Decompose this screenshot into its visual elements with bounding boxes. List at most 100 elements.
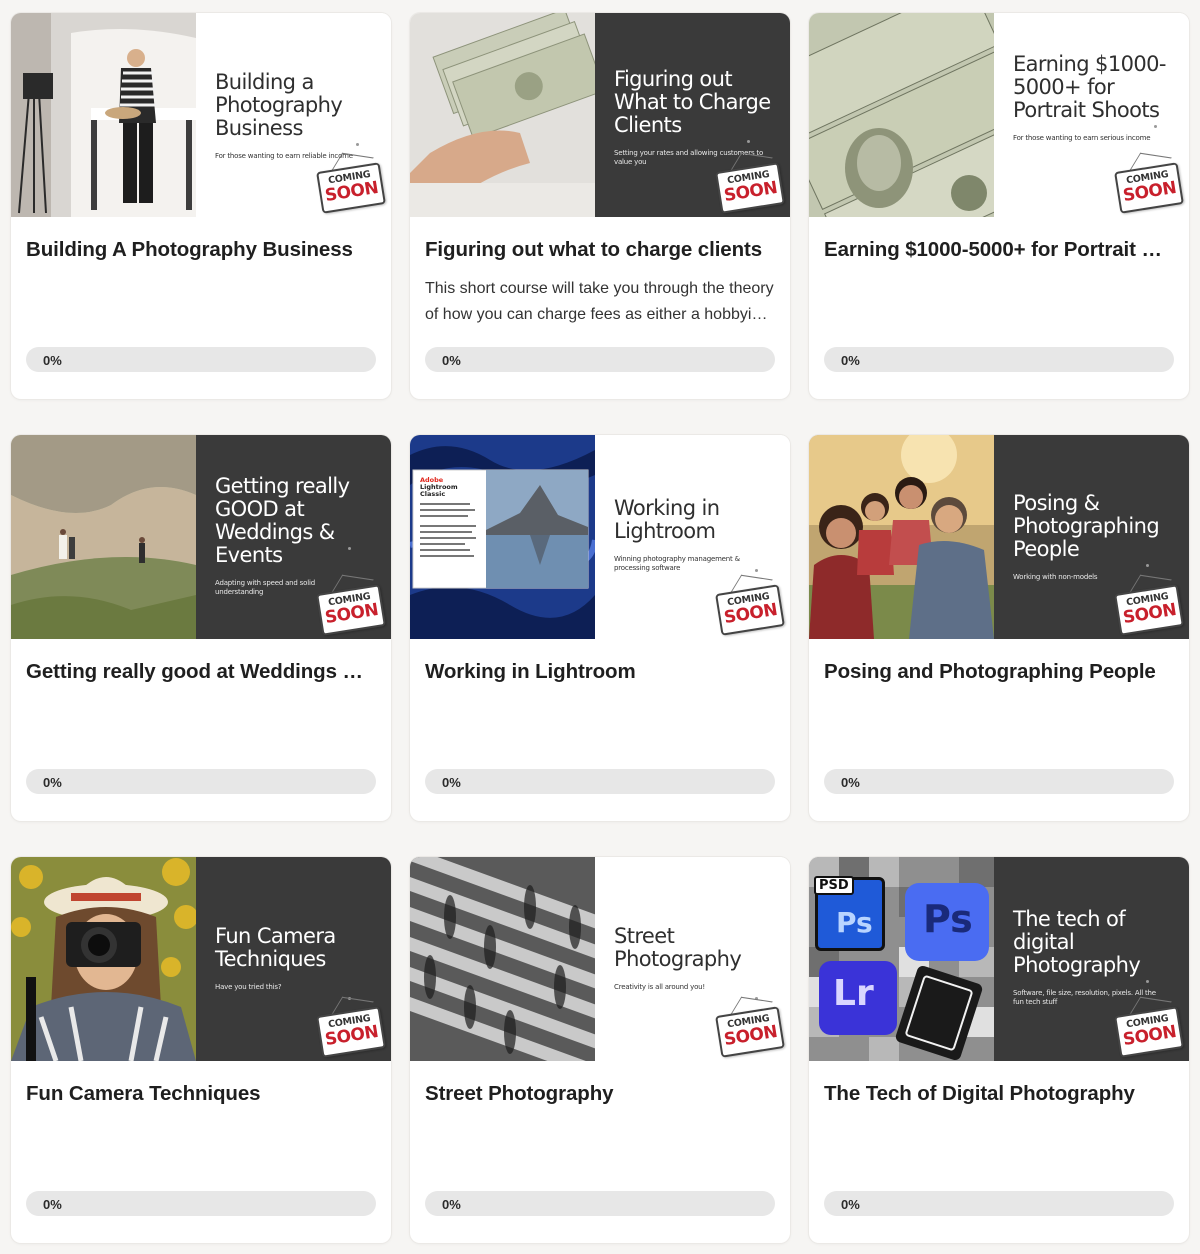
thumbnail-text-panel: The tech of digital Photography Software… [994, 857, 1189, 1061]
ps-file-letters: Ps [836, 906, 873, 939]
decorative-dot [747, 140, 750, 143]
course-thumbnail: Street Photography Creativity is all aro… [410, 857, 790, 1061]
psd-label: PSD [814, 876, 854, 895]
course-card[interactable]: Figuring out What to Charge Clients Sett… [410, 13, 790, 399]
progress-label: 0% [43, 775, 62, 790]
sign-board: COMING SOON [316, 162, 386, 214]
progress-bar: 0% [824, 347, 1174, 372]
photo-studio-image [11, 13, 196, 217]
progress-label: 0% [841, 775, 860, 790]
course-card[interactable]: Fun Camera Techniques Have you tried thi… [11, 857, 391, 1243]
family-portrait-image [809, 435, 994, 639]
thumbnail-subtitle: For those wanting to earn serious income [1013, 134, 1151, 142]
thumbnail-text-panel: Working in Lightroom Winning photography… [595, 435, 790, 639]
coming-soon-sign: COMING SOON [1114, 996, 1184, 1058]
thumbnail-title: Working in Lightroom [614, 496, 720, 543]
progress-bar: 0% [824, 1191, 1174, 1216]
sign-board: COMING SOON [1114, 584, 1184, 636]
lightroom-logo-label: Adobe Lightroom Classic [420, 477, 458, 498]
coming-soon-sign: COMING SOON [1114, 152, 1184, 214]
course-card[interactable]: Earning $1000-5000+ for Portrait Shoots … [809, 13, 1189, 399]
thumbnail-subtitle: Winning photography management & process… [614, 555, 740, 572]
thumbnail-text-panel: Earning $1000-5000+ for Portrait Shoots … [994, 13, 1189, 217]
course-card[interactable]: Building a Photography Business For thos… [11, 13, 391, 399]
progress-bar: 0% [26, 769, 376, 794]
ps-app-letters: Ps [923, 897, 973, 941]
thumbnail-text-panel: Figuring out What to Charge Clients Sett… [595, 13, 790, 217]
thumbnail-title: Figuring out What to Charge Clients [614, 67, 771, 137]
progress-bar: 0% [26, 347, 376, 372]
thumbnail-title: Building a Photography Business [215, 70, 343, 140]
course-card[interactable]: PSD Ps Ps Lr The tech of digital Photogr… [809, 857, 1189, 1243]
progress-label: 0% [442, 353, 461, 368]
thumbnail-text-panel: Getting really GOOD at Weddings & Events… [196, 435, 391, 639]
course-thumbnail: Getting really GOOD at Weddings & Events… [11, 435, 391, 639]
course-thumbnail: Figuring out What to Charge Clients Sett… [410, 13, 790, 217]
thumbnail-text-panel: Fun Camera Techniques Have you tried thi… [196, 857, 391, 1061]
sign-board: COMING SOON [715, 1006, 785, 1058]
course-title[interactable]: Posing and Photographing People [824, 660, 1174, 684]
course-title[interactable]: Street Photography [425, 1082, 775, 1106]
progress-bar: 0% [26, 1191, 376, 1216]
sign-board: COMING SOON [1114, 1006, 1184, 1058]
course-title[interactable]: Building A Photography Business [26, 238, 376, 262]
thumbnail-title: Posing & Photographing People [1013, 491, 1160, 561]
course-title[interactable]: Getting really good at Weddings & Events [26, 660, 376, 684]
coming-soon-sign: COMING SOON [316, 152, 386, 214]
dollar-bills-image [809, 13, 994, 217]
course-card[interactable]: Adobe Lightroom Classic Working in Light… [410, 435, 790, 821]
progress-label: 0% [841, 353, 860, 368]
thumbnail-title: Fun Camera Techniques [215, 924, 336, 971]
decorative-dot [348, 547, 351, 550]
progress-label: 0% [442, 1197, 461, 1212]
progress-bar: 0% [824, 769, 1174, 794]
thumbnail-title: The tech of digital Photography [1013, 907, 1141, 977]
sign-board: COMING SOON [316, 1006, 386, 1058]
lightroom-app-icon: Lr [819, 961, 897, 1035]
coming-soon-sign: COMING SOON [715, 152, 785, 214]
coming-soon-sign: COMING SOON [316, 996, 386, 1058]
decorative-dot [356, 143, 359, 146]
course-thumbnail: Building a Photography Business For thos… [11, 13, 391, 217]
sign-board: COMING SOON [1114, 162, 1184, 214]
course-thumbnail: Adobe Lightroom Classic Working in Light… [410, 435, 790, 639]
sign-board: COMING SOON [715, 162, 785, 214]
thumbnail-subtitle: Creativity is all around you! [614, 983, 706, 991]
course-thumbnail: PSD Ps Ps Lr The tech of digital Photogr… [809, 857, 1189, 1061]
course-title[interactable]: Figuring out what to charge clients [425, 238, 775, 262]
woman-camera-image [11, 857, 196, 1061]
sign-board: COMING SOON [316, 584, 386, 636]
course-card[interactable]: Getting really GOOD at Weddings & Events… [11, 435, 391, 821]
thumbnail-text-panel: Street Photography Creativity is all aro… [595, 857, 790, 1061]
software-icons-image: PSD Ps Ps Lr [809, 857, 994, 1061]
decorative-dot [755, 569, 758, 572]
lightroom-splash-image: Adobe Lightroom Classic [410, 435, 595, 639]
progress-bar: 0% [425, 769, 775, 794]
photoshop-app-icon: Ps [905, 883, 989, 961]
thumbnail-title: Street Photography [614, 924, 742, 971]
course-card[interactable]: Street Photography Creativity is all aro… [410, 857, 790, 1243]
progress-label: 0% [841, 1197, 860, 1212]
psd-file-icon: PSD Ps [814, 876, 885, 951]
coming-soon-sign: COMING SOON [1114, 574, 1184, 636]
progress-label: 0% [442, 775, 461, 790]
lr-app-letters: Lr [833, 973, 874, 1014]
coming-soon-sign: COMING SOON [715, 996, 785, 1058]
coming-soon-sign: COMING SOON [715, 574, 785, 636]
decorative-dot [1146, 564, 1149, 567]
progress-label: 0% [43, 353, 62, 368]
course-card[interactable]: Posing & Photographing People Working wi… [809, 435, 1189, 821]
course-thumbnail: Fun Camera Techniques Have you tried thi… [11, 857, 391, 1061]
sign-board: COMING SOON [715, 584, 785, 636]
progress-bar: 0% [425, 1191, 775, 1216]
course-title[interactable]: Earning $1000-5000+ for Portrait Shoots [824, 238, 1174, 262]
course-title[interactable]: Fun Camera Techniques [26, 1082, 376, 1106]
course-title[interactable]: The Tech of Digital Photography [824, 1082, 1174, 1106]
cash-fan-image [410, 13, 595, 217]
coming-soon-sign: COMING SOON [316, 574, 386, 636]
progress-bar: 0% [425, 347, 775, 372]
thumbnail-text-panel: Posing & Photographing People Working wi… [994, 435, 1189, 639]
course-title[interactable]: Working in Lightroom [425, 660, 775, 684]
wedding-hillside-image [11, 435, 196, 639]
course-thumbnail: Earning $1000-5000+ for Portrait Shoots … [809, 13, 1189, 217]
